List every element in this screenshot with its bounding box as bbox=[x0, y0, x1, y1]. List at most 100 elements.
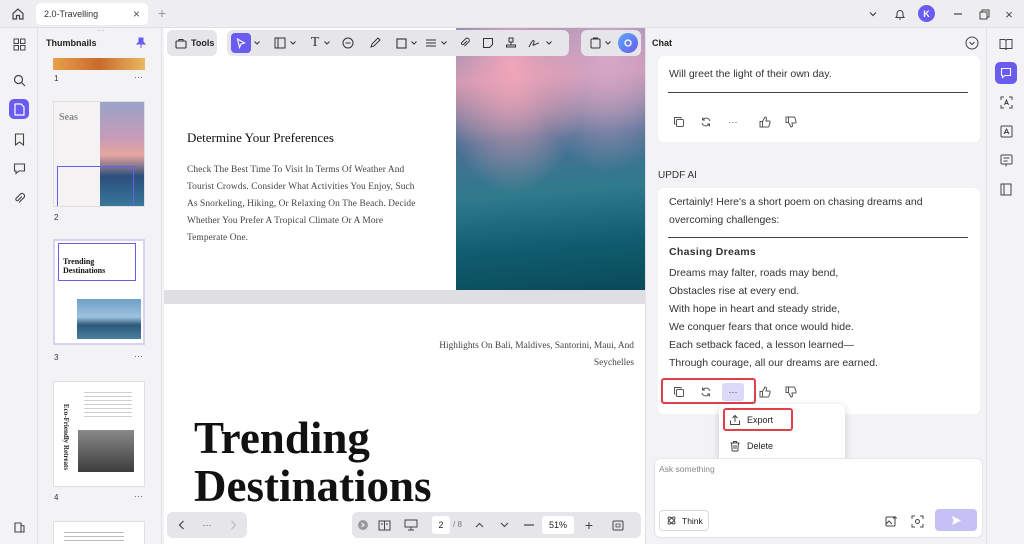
book-open-icon[interactable] bbox=[996, 34, 1016, 54]
pin-icon[interactable] bbox=[135, 36, 147, 48]
page-thumbnail[interactable]: Seas bbox=[53, 101, 145, 207]
page-up-icon[interactable] bbox=[472, 518, 486, 532]
restore-icon[interactable] bbox=[977, 7, 991, 21]
send-button[interactable] bbox=[935, 509, 977, 531]
regenerate-icon[interactable] bbox=[699, 115, 713, 129]
next-icon[interactable] bbox=[227, 519, 239, 531]
previous-icon[interactable] bbox=[175, 519, 187, 531]
page-thumbnail[interactable] bbox=[53, 58, 145, 70]
chevron-circle-icon[interactable] bbox=[964, 35, 980, 51]
form-icon[interactable] bbox=[996, 150, 1016, 170]
close-tab-icon[interactable]: × bbox=[133, 7, 140, 21]
collapse-icon[interactable] bbox=[358, 520, 368, 530]
more-icon[interactable]: ··· bbox=[726, 115, 740, 129]
more-icon[interactable]: ··· bbox=[134, 72, 143, 82]
more-icon[interactable]: ··· bbox=[134, 491, 143, 501]
screenshot-icon[interactable] bbox=[909, 513, 925, 529]
document-tab-label: 2.0-Travelling bbox=[44, 9, 99, 19]
annotation-toolbar: T bbox=[227, 30, 569, 56]
comment-tool-icon[interactable] bbox=[340, 35, 356, 51]
chevron-down-icon[interactable] bbox=[440, 38, 448, 48]
pen-icon[interactable] bbox=[367, 35, 383, 51]
page-heading: Determine Your Preferences bbox=[187, 130, 334, 145]
shape-icon[interactable] bbox=[393, 35, 409, 51]
sticker-icon[interactable] bbox=[480, 35, 496, 51]
drag-handle-icon[interactable]: ··· bbox=[94, 28, 108, 35]
chevron-down-icon[interactable] bbox=[289, 38, 297, 48]
poem-line: We conquer fears that once would hide. bbox=[669, 321, 854, 333]
divider bbox=[668, 92, 968, 93]
attach-icon[interactable] bbox=[456, 35, 472, 51]
more-icon[interactable]: ··· bbox=[722, 383, 744, 401]
minimize-icon[interactable] bbox=[951, 7, 965, 21]
think-label: Think bbox=[682, 515, 703, 526]
text-box-icon[interactable] bbox=[272, 35, 288, 51]
tools-button[interactable]: Tools bbox=[167, 30, 217, 56]
poem-line: Obstacles rise at every end. bbox=[669, 285, 800, 297]
page-big-title: Destinations bbox=[194, 461, 432, 511]
page-number: 3 bbox=[54, 353, 59, 362]
layers-icon[interactable] bbox=[9, 516, 29, 536]
close-window-icon[interactable]: × bbox=[1002, 7, 1016, 22]
ocr-icon[interactable] bbox=[996, 92, 1016, 112]
add-image-icon[interactable] bbox=[883, 513, 899, 529]
page-thumbnail[interactable]: Trending Destinations bbox=[53, 239, 145, 345]
page-image bbox=[456, 28, 645, 290]
strikethrough-icon[interactable] bbox=[423, 35, 439, 51]
thumbs-up-icon[interactable] bbox=[758, 385, 772, 399]
page-subtitle: Highlights On Bali, Maldives, Santorini,… bbox=[439, 341, 634, 368]
think-button[interactable]: Think bbox=[659, 510, 709, 531]
thumbnail-title: Destinations bbox=[63, 266, 106, 275]
pages-organize-icon[interactable] bbox=[996, 179, 1016, 199]
chevron-down-icon[interactable] bbox=[410, 38, 418, 48]
ai-chat-icon[interactable] bbox=[995, 62, 1017, 84]
attachment-icon[interactable] bbox=[9, 188, 29, 208]
stamp-icon[interactable] bbox=[503, 35, 519, 51]
document-tab[interactable]: 2.0-Travelling × bbox=[36, 3, 148, 25]
select-tool-icon[interactable] bbox=[231, 33, 251, 53]
thumbs-down-icon[interactable] bbox=[784, 115, 798, 129]
search-icon[interactable] bbox=[9, 70, 29, 90]
thumbnail-image bbox=[78, 430, 134, 472]
thumbs-up-icon[interactable] bbox=[758, 115, 772, 129]
comment-icon[interactable] bbox=[9, 158, 29, 178]
signature-icon[interactable] bbox=[526, 35, 542, 51]
copy-icon[interactable] bbox=[672, 385, 686, 399]
chevron-down-icon[interactable] bbox=[545, 38, 553, 48]
zoom-out-icon[interactable] bbox=[522, 518, 536, 532]
fit-page-icon[interactable] bbox=[610, 517, 626, 533]
copy-icon[interactable] bbox=[672, 115, 686, 129]
clipboard-icon[interactable] bbox=[587, 35, 603, 51]
delete-menu-item[interactable]: Delete bbox=[725, 436, 835, 455]
page-thumbnail[interactable]: Eco-Friendly Retreats bbox=[53, 381, 145, 487]
page-down-icon[interactable] bbox=[497, 518, 511, 532]
chevron-down-icon[interactable] bbox=[253, 38, 261, 48]
zoom-in-icon[interactable]: + bbox=[582, 517, 596, 533]
chevron-down-icon[interactable] bbox=[604, 38, 612, 48]
ai-assistant-icon[interactable] bbox=[618, 33, 638, 53]
home-icon[interactable] bbox=[9, 5, 27, 23]
new-tab-icon[interactable]: + bbox=[155, 5, 169, 21]
pages-icon[interactable] bbox=[9, 99, 29, 119]
chevron-down-icon[interactable] bbox=[323, 38, 331, 48]
document-viewer: Determine Your Preferences Check The Bes… bbox=[164, 28, 645, 544]
poem-title: Chasing Dreams bbox=[669, 246, 757, 258]
avatar[interactable]: K bbox=[918, 5, 935, 22]
thumbs-down-icon[interactable] bbox=[784, 385, 798, 399]
chevron-down-icon[interactable] bbox=[866, 7, 880, 21]
translate-icon[interactable] bbox=[996, 121, 1016, 141]
more-icon[interactable]: ··· bbox=[199, 518, 215, 532]
chat-input-box[interactable]: Ask something Think bbox=[654, 458, 983, 538]
text-tool-icon[interactable]: T bbox=[307, 35, 323, 51]
more-icon[interactable]: ··· bbox=[134, 351, 143, 361]
page-thumbnail[interactable] bbox=[53, 521, 145, 544]
bell-icon[interactable] bbox=[892, 6, 908, 22]
grid-icon[interactable] bbox=[9, 34, 29, 54]
bookmark-icon[interactable] bbox=[9, 129, 29, 149]
reading-mode-icon[interactable] bbox=[376, 517, 392, 533]
zoom-level[interactable]: 51% bbox=[542, 516, 574, 534]
presentation-icon[interactable] bbox=[402, 517, 420, 533]
export-menu-item[interactable]: Export bbox=[725, 410, 791, 429]
page-number-input[interactable]: 2 bbox=[432, 516, 450, 534]
regenerate-icon[interactable] bbox=[699, 385, 713, 399]
